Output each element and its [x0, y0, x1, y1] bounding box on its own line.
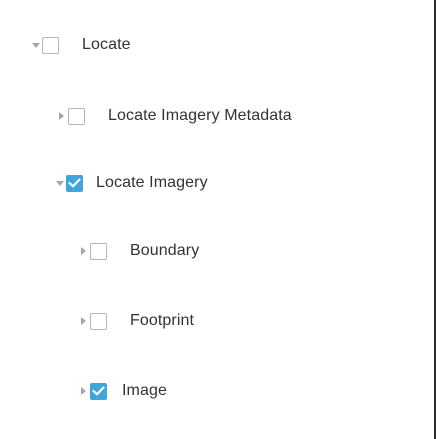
layer-list-panel: Locate Locate Imagery Metadata Locate Im…: [0, 0, 436, 439]
layer-checkbox-image[interactable]: [90, 382, 107, 400]
layer-row-boundary[interactable]: Boundary: [79, 236, 199, 266]
caret-right-icon[interactable]: [79, 385, 88, 397]
layer-label-boundary: Boundary: [130, 242, 200, 259]
layer-label-locate-imagery-metadata: Locate Imagery Metadata: [108, 107, 292, 124]
caret-right-icon[interactable]: [79, 245, 88, 257]
checkmark-icon: [92, 386, 105, 396]
caret-right-icon[interactable]: [57, 110, 66, 122]
layer-checkbox-footprint[interactable]: [90, 312, 107, 330]
layer-row-locate-imagery[interactable]: Locate Imagery: [55, 168, 208, 198]
layer-checkbox-locate[interactable]: [42, 36, 59, 54]
layer-checkbox-boundary[interactable]: [90, 242, 107, 260]
layer-label-image: Image: [122, 382, 167, 399]
layer-label-locate-imagery: Locate Imagery: [96, 174, 208, 191]
caret-right-icon[interactable]: [79, 315, 88, 327]
caret-down-icon[interactable]: [55, 177, 64, 189]
layer-row-footprint[interactable]: Footprint: [79, 306, 194, 336]
layer-row-locate[interactable]: Locate: [31, 30, 131, 60]
layer-row-image[interactable]: Image: [79, 376, 167, 406]
layer-checkbox-locate-imagery[interactable]: [66, 174, 83, 192]
layer-label-locate: Locate: [82, 36, 131, 53]
layer-label-footprint: Footprint: [130, 312, 195, 329]
layer-row-locate-imagery-metadata[interactable]: Locate Imagery Metadata: [57, 101, 292, 131]
checkmark-icon: [68, 178, 81, 188]
layer-checkbox-locate-imagery-metadata[interactable]: [68, 107, 85, 125]
caret-down-icon[interactable]: [31, 39, 40, 51]
